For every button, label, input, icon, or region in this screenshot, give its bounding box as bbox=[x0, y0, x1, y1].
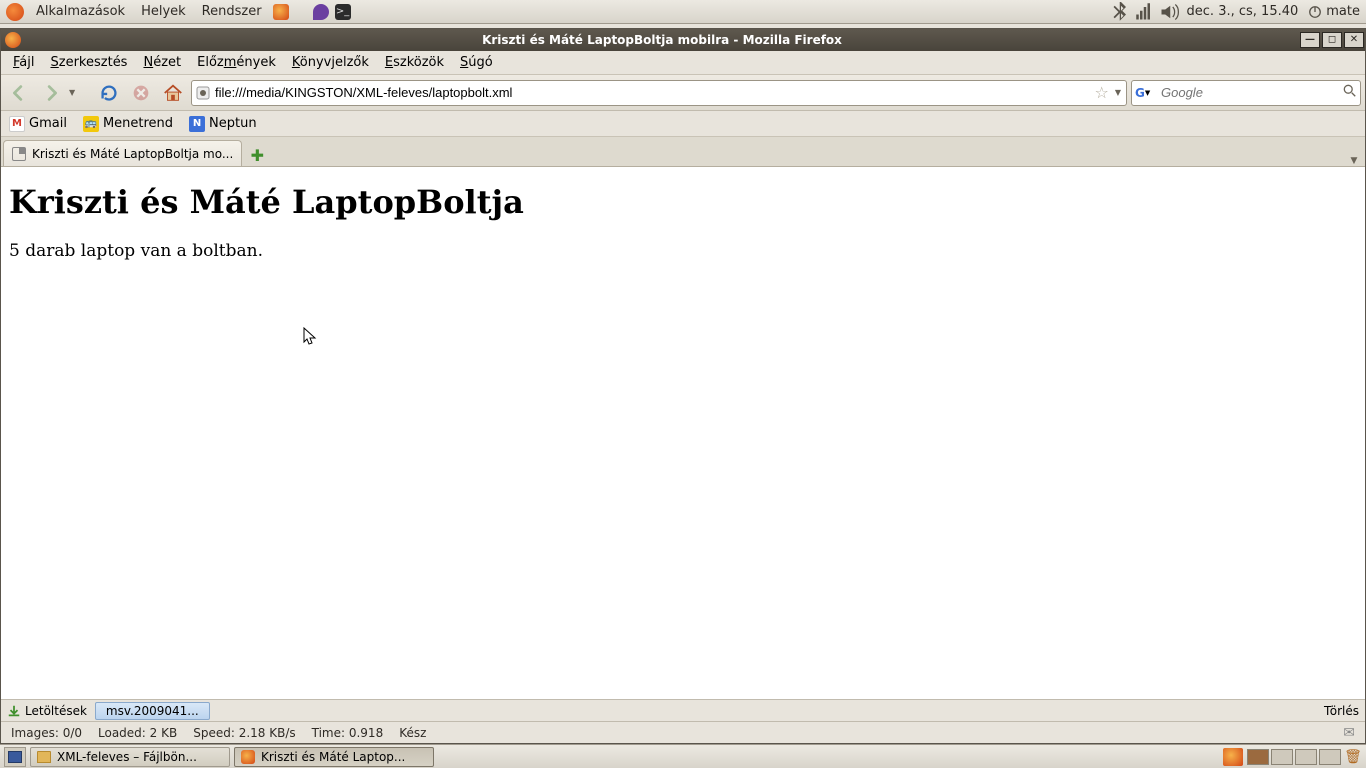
page-heading: Kriszti és Máté LaptopBoltja bbox=[9, 183, 1357, 221]
user-menu[interactable]: mate bbox=[1304, 4, 1364, 19]
bookmark-neptun[interactable]: N Neptun bbox=[187, 114, 259, 134]
status-time: Time: 0.918 bbox=[312, 726, 384, 740]
workspace-4[interactable] bbox=[1319, 749, 1341, 765]
ubuntu-logo-icon[interactable] bbox=[6, 3, 24, 21]
firefox-menubar: Fájl Szerkesztés Nézet Előzmények Könyvj… bbox=[1, 51, 1365, 75]
volume-tray-icon[interactable] bbox=[1159, 2, 1179, 22]
status-loaded: Loaded: 2 KB bbox=[98, 726, 177, 740]
url-dropdown[interactable]: ▼ bbox=[1113, 88, 1123, 97]
network-tray-icon[interactable] bbox=[1135, 2, 1155, 22]
home-button[interactable] bbox=[159, 79, 187, 107]
apps-menu[interactable]: Alkalmazások bbox=[28, 2, 133, 21]
workspace-3[interactable] bbox=[1295, 749, 1317, 765]
menu-view[interactable]: Nézet bbox=[135, 53, 189, 72]
menu-file[interactable]: Fájl bbox=[5, 53, 43, 72]
tab-active[interactable]: Kriszti és Máté LaptopBoltja mo... bbox=[3, 140, 242, 166]
gnome-top-panel: Alkalmazások Helyek Rendszer >_ dec. 3.,… bbox=[0, 0, 1366, 24]
folder-icon bbox=[37, 751, 51, 763]
firefox-tray-icon[interactable] bbox=[1223, 748, 1243, 766]
tab-favicon-icon bbox=[12, 147, 26, 161]
workspace-1[interactable] bbox=[1247, 749, 1269, 765]
window-title: Kriszti és Máté LaptopBoltja mobilra - M… bbox=[25, 33, 1299, 47]
pidgin-launcher-icon[interactable] bbox=[313, 4, 329, 20]
bluetooth-tray-icon[interactable] bbox=[1111, 2, 1131, 22]
download-item[interactable]: msv.2009041... bbox=[95, 702, 210, 720]
status-state: Kész bbox=[399, 726, 426, 740]
bookmarks-toolbar: M Gmail 🚌 Menetrend N Neptun bbox=[1, 111, 1365, 137]
bookmark-label: Gmail bbox=[29, 116, 67, 131]
search-engine-button[interactable]: G▼ bbox=[1135, 86, 1157, 100]
trash-icon[interactable]: 🗑 bbox=[1342, 749, 1364, 765]
bookmark-gmail[interactable]: M Gmail bbox=[7, 114, 69, 134]
history-dropdown[interactable]: ▼ bbox=[69, 88, 79, 97]
menu-history[interactable]: Előzmények bbox=[189, 53, 284, 72]
task-file-browser[interactable]: XML-feleves – Fájlbön... bbox=[30, 747, 230, 767]
mouse-cursor-icon bbox=[303, 327, 317, 347]
menu-help[interactable]: Súgó bbox=[452, 53, 501, 72]
downloads-clear[interactable]: Törlés bbox=[1324, 704, 1359, 718]
search-bar[interactable]: G▼ bbox=[1131, 80, 1361, 106]
firefox-toolbar: ▼ ☆ ▼ G▼ bbox=[1, 75, 1365, 111]
menu-edit[interactable]: Szerkesztés bbox=[43, 53, 136, 72]
search-input[interactable] bbox=[1161, 85, 1339, 100]
back-button[interactable] bbox=[5, 79, 33, 107]
gnome-bottom-panel: XML-feleves – Fájlbön... Kriszti és Máté… bbox=[0, 744, 1366, 768]
stop-button[interactable] bbox=[127, 79, 155, 107]
page-paragraph: 5 darab laptop van a boltban. bbox=[9, 241, 1357, 261]
url-bar[interactable]: ☆ ▼ bbox=[191, 80, 1127, 106]
maximize-button[interactable]: ◻ bbox=[1322, 32, 1342, 48]
tab-strip: Kriszti és Máté LaptopBoltja mo... ✚ ▼ bbox=[1, 137, 1365, 167]
firefox-icon bbox=[5, 32, 21, 48]
status-images: Images: 0/0 bbox=[11, 726, 82, 740]
minimize-button[interactable]: — bbox=[1300, 32, 1320, 48]
new-tab-button[interactable]: ✚ bbox=[244, 144, 270, 166]
downloads-label[interactable]: Letöltések bbox=[7, 704, 87, 718]
tabs-overflow-button[interactable]: ▼ bbox=[1345, 156, 1363, 166]
page-identity-icon[interactable] bbox=[195, 85, 211, 101]
workspace-2[interactable] bbox=[1271, 749, 1293, 765]
system-menu[interactable]: Rendszer bbox=[194, 2, 270, 21]
bookmark-label: Neptun bbox=[209, 116, 257, 131]
page-content: Kriszti és Máté LaptopBoltja 5 darab lap… bbox=[1, 167, 1365, 699]
neptun-icon: N bbox=[189, 116, 205, 132]
mail-status-icon[interactable]: ✉ bbox=[1343, 725, 1355, 741]
url-input[interactable] bbox=[215, 85, 1091, 100]
tab-label: Kriszti és Máté LaptopBoltja mo... bbox=[32, 147, 233, 161]
bus-icon: 🚌 bbox=[83, 116, 99, 132]
firefox-window: Kriszti és Máté LaptopBoltja mobilra - M… bbox=[0, 28, 1366, 744]
firefox-launcher-icon[interactable] bbox=[273, 4, 289, 20]
show-desktop-button[interactable] bbox=[4, 747, 26, 767]
menu-tools[interactable]: Eszközök bbox=[377, 53, 452, 72]
username-label: mate bbox=[1326, 4, 1360, 19]
clock[interactable]: dec. 3., cs, 15.40 bbox=[1181, 4, 1305, 19]
task-label: XML-feleves – Fájlbön... bbox=[57, 750, 197, 764]
bookmark-star-icon[interactable]: ☆ bbox=[1095, 83, 1109, 102]
bookmark-menetrend[interactable]: 🚌 Menetrend bbox=[81, 114, 175, 134]
window-titlebar[interactable]: Kriszti és Máté LaptopBoltja mobilra - M… bbox=[1, 29, 1365, 51]
firefox-icon bbox=[241, 750, 255, 764]
status-speed: Speed: 2.18 KB/s bbox=[193, 726, 295, 740]
status-bar: Images: 0/0 Loaded: 2 KB Speed: 2.18 KB/… bbox=[1, 721, 1365, 743]
downloads-bar: Letöltések msv.2009041... Törlés bbox=[1, 699, 1365, 721]
menu-bookmarks[interactable]: Könyvjelzők bbox=[284, 53, 377, 72]
close-button[interactable]: ✕ bbox=[1344, 32, 1364, 48]
gmail-icon: M bbox=[9, 116, 25, 132]
places-menu[interactable]: Helyek bbox=[133, 2, 194, 21]
task-firefox[interactable]: Kriszti és Máté Laptop... bbox=[234, 747, 434, 767]
search-go-icon[interactable] bbox=[1343, 84, 1357, 102]
reload-button[interactable] bbox=[95, 79, 123, 107]
bookmark-label: Menetrend bbox=[103, 116, 173, 131]
terminal-launcher-icon[interactable]: >_ bbox=[335, 4, 351, 20]
forward-button[interactable] bbox=[37, 79, 65, 107]
task-label: Kriszti és Máté Laptop... bbox=[261, 750, 405, 764]
